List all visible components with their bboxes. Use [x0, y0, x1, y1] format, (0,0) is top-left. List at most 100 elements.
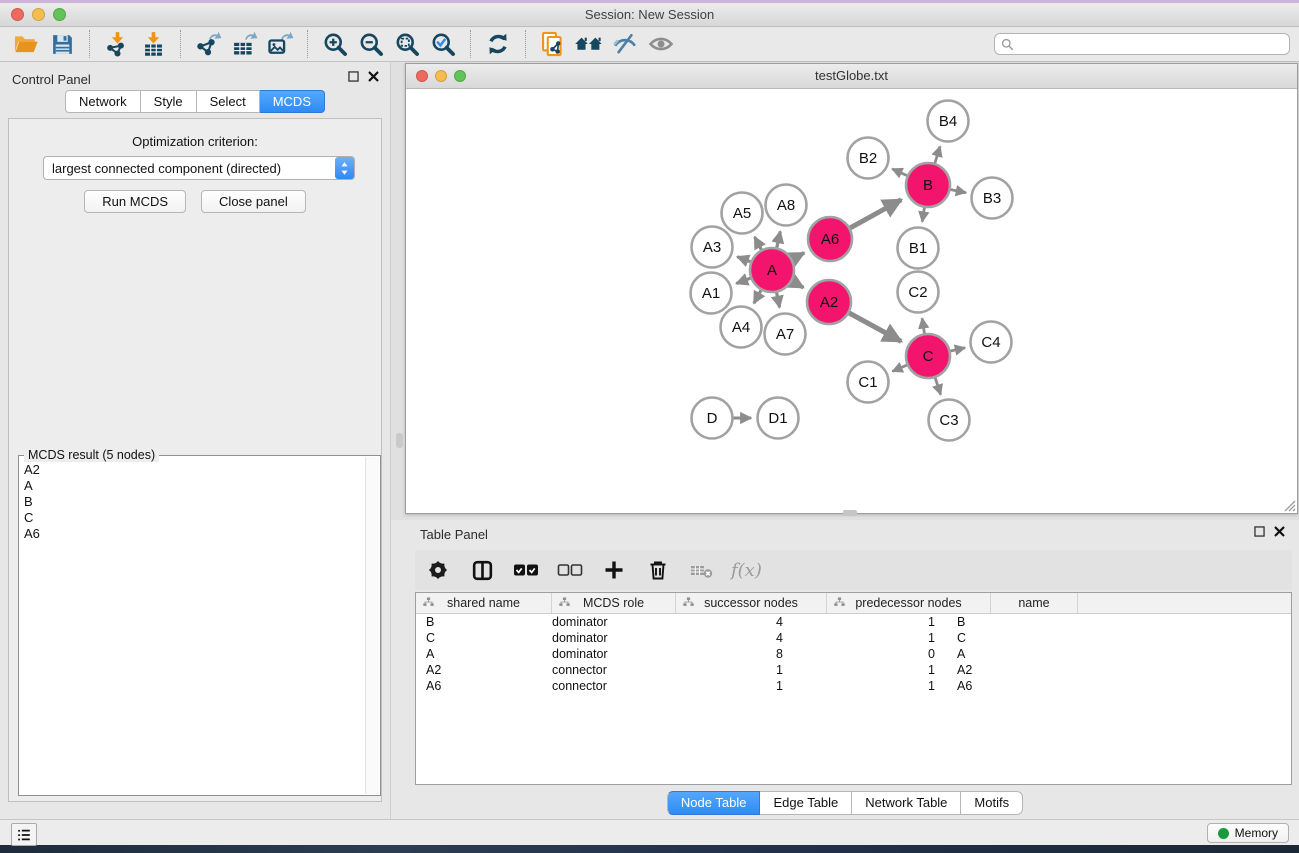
tab-network[interactable]: Network: [65, 90, 141, 113]
edge-B-B1[interactable]: [922, 207, 924, 222]
edge-C-C4[interactable]: [950, 348, 966, 351]
show-all-button[interactable]: [643, 28, 679, 60]
mcds-result-item[interactable]: A: [21, 478, 366, 494]
tab-motifs[interactable]: Motifs: [961, 791, 1023, 815]
first-neighbors-button[interactable]: [571, 28, 607, 60]
node-D[interactable]: D: [692, 398, 733, 439]
import-network-button[interactable]: [99, 28, 135, 60]
node-A4[interactable]: A4: [721, 307, 762, 348]
edge-A-A3[interactable]: [737, 257, 751, 262]
edge-B-B3[interactable]: [950, 189, 966, 192]
show-panels-button[interactable]: [11, 823, 37, 846]
column-header-successor-nodes[interactable]: successor nodes: [676, 593, 827, 613]
node-B1[interactable]: B1: [898, 228, 939, 269]
mcds-result-item[interactable]: C: [21, 510, 366, 526]
save-session-button[interactable]: [44, 28, 80, 60]
memory-button[interactable]: Memory: [1207, 823, 1289, 843]
table-row[interactable]: A6connector11A6: [416, 678, 1291, 694]
float-table-panel-icon[interactable]: [1253, 525, 1266, 538]
mcds-result-item[interactable]: B: [21, 494, 366, 510]
node-B4[interactable]: B4: [928, 101, 969, 142]
edge-B-B2[interactable]: [892, 169, 908, 176]
delete-table-button[interactable]: [687, 555, 717, 585]
edge-C-C2[interactable]: [922, 318, 925, 334]
refresh-network-button[interactable]: [480, 28, 516, 60]
column-header-name[interactable]: name: [991, 593, 1078, 613]
column-header-MCDS-role[interactable]: MCDS role: [552, 593, 676, 613]
node-A[interactable]: A: [750, 248, 794, 292]
search-box[interactable]: [994, 33, 1290, 55]
maximize-window-button[interactable]: [53, 8, 66, 21]
table-row[interactable]: Bdominator41B: [416, 614, 1291, 630]
edge-A-A7[interactable]: [776, 292, 779, 308]
edge-A-A4[interactable]: [754, 289, 762, 303]
edge-A-A8[interactable]: [777, 231, 781, 248]
criterion-dropdown[interactable]: largest connected component (directed): [43, 156, 355, 180]
tab-style[interactable]: Style: [141, 90, 197, 113]
open-file-button[interactable]: [8, 28, 44, 60]
node-C4[interactable]: C4: [971, 322, 1012, 363]
mcds-result-item[interactable]: A6: [21, 526, 366, 542]
close-panel-icon[interactable]: [367, 70, 380, 83]
tab-node-table[interactable]: Node Table: [667, 791, 761, 815]
network-close-button[interactable]: [416, 70, 428, 82]
column-header-shared-name[interactable]: shared name: [416, 593, 552, 613]
hide-selected-button[interactable]: [607, 28, 643, 60]
run-mcds-button[interactable]: Run MCDS: [84, 190, 186, 213]
edge-A-A1[interactable]: [736, 278, 751, 284]
settings-button[interactable]: [423, 555, 453, 585]
new-network-from-selection-button[interactable]: [535, 28, 571, 60]
node-A6[interactable]: A6: [808, 217, 852, 261]
node-A8[interactable]: A8: [766, 185, 807, 226]
network-minimize-button[interactable]: [435, 70, 447, 82]
close-window-button[interactable]: [11, 8, 24, 21]
node-B3[interactable]: B3: [972, 178, 1013, 219]
table-row[interactable]: Adominator80A: [416, 646, 1291, 662]
float-panel-icon[interactable]: [347, 70, 360, 83]
zoom-out-button[interactable]: [353, 28, 389, 60]
close-table-panel-icon[interactable]: [1273, 525, 1286, 538]
mcds-result-item[interactable]: A2: [21, 462, 366, 478]
node-C3[interactable]: C3: [929, 400, 970, 441]
close-panel-button[interactable]: Close panel: [201, 190, 306, 213]
node-D1[interactable]: D1: [758, 398, 799, 439]
resize-grip-icon[interactable]: [1283, 499, 1296, 512]
tab-edge-table[interactable]: Edge Table: [760, 791, 852, 815]
horizontal-scroll-thumb[interactable]: [843, 510, 857, 516]
minimize-window-button[interactable]: [32, 8, 45, 21]
result-scrollbar[interactable]: [365, 457, 379, 794]
node-C2[interactable]: C2: [898, 272, 939, 313]
zoom-fit-button[interactable]: [389, 28, 425, 60]
node-C[interactable]: C: [906, 334, 950, 378]
node-A3[interactable]: A3: [692, 227, 733, 268]
import-table-button[interactable]: [135, 28, 171, 60]
node-A7[interactable]: A7: [765, 314, 806, 355]
search-input[interactable]: [1014, 36, 1289, 52]
table-row[interactable]: Cdominator41C: [416, 630, 1291, 646]
table-row[interactable]: A2connector11A2: [416, 662, 1291, 678]
node-B[interactable]: B: [906, 163, 950, 207]
node-A2[interactable]: A2: [807, 280, 851, 324]
node-A5[interactable]: A5: [722, 193, 763, 234]
tab-network-table[interactable]: Network Table: [852, 791, 961, 815]
node-A1[interactable]: A1: [691, 273, 732, 314]
tab-select[interactable]: Select: [197, 90, 260, 113]
edge-C-C1[interactable]: [892, 365, 907, 372]
export-network-button[interactable]: [190, 28, 226, 60]
edge-A6-B[interactable]: [849, 200, 901, 229]
node-B2[interactable]: B2: [848, 138, 889, 179]
edge-B-B4[interactable]: [935, 146, 941, 164]
tab-mcds[interactable]: MCDS: [260, 90, 325, 113]
create-button[interactable]: [599, 555, 629, 585]
zoom-selected-button[interactable]: [425, 28, 461, 60]
node-C1[interactable]: C1: [848, 362, 889, 403]
select-all-button[interactable]: [511, 555, 541, 585]
delete-button[interactable]: [643, 555, 673, 585]
export-table-button[interactable]: [226, 28, 262, 60]
network-canvas[interactable]: B4 B2 B B3 A8A5 A6 A3 B1 A A1 C2 A2 A4A7 C4 C C1 C3 D D1: [407, 89, 1296, 512]
edge-A-A6[interactable]: [791, 253, 804, 260]
network-maximize-button[interactable]: [454, 70, 466, 82]
export-image-button[interactable]: [262, 28, 298, 60]
zoom-in-button[interactable]: [317, 28, 353, 60]
edge-A-A5[interactable]: [755, 237, 762, 251]
